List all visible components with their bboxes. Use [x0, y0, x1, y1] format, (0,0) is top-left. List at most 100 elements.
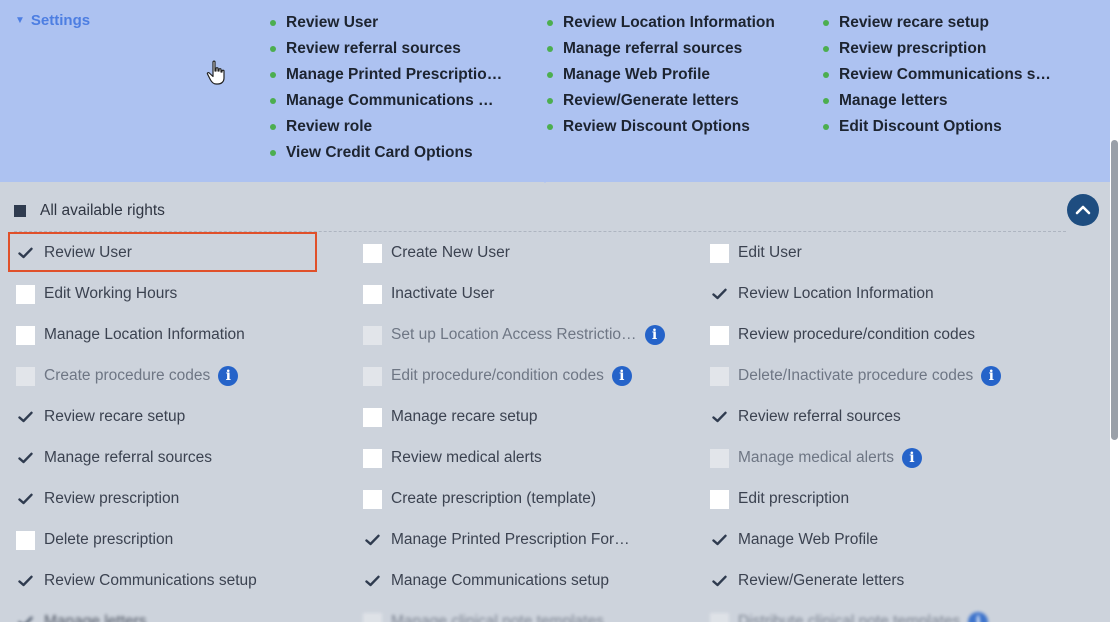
right-option-label: Review User — [44, 244, 132, 261]
right-option-label: Manage Web Profile — [738, 531, 879, 548]
right-option[interactable]: Review recare setup — [16, 404, 185, 430]
checkbox[interactable] — [710, 366, 729, 386]
info-icon[interactable]: i — [901, 448, 922, 468]
summary-item: Manage Web Profile — [547, 62, 802, 88]
right-option[interactable]: Edit Working Hours — [16, 281, 177, 307]
right-option[interactable]: Manage clinical note templates — [363, 609, 604, 622]
rights-panel: All available rights Review User Create N… — [0, 182, 1110, 622]
checked-checkbox[interactable] — [363, 531, 382, 550]
right-option[interactable]: Manage Printed Prescription For… — [363, 527, 630, 553]
right-option[interactable]: Review Location Information — [710, 281, 934, 307]
bullet-icon — [270, 150, 276, 156]
scrollbar-thumb[interactable] — [1111, 140, 1118, 440]
checkbox[interactable] — [16, 366, 35, 386]
checkbox[interactable] — [16, 530, 35, 550]
checked-checkbox[interactable] — [16, 490, 35, 509]
bullet-icon — [547, 46, 553, 52]
checkbox[interactable] — [363, 366, 382, 386]
checked-checkbox[interactable] — [710, 531, 729, 550]
bullet-icon — [547, 72, 553, 78]
info-icon[interactable]: i — [968, 612, 989, 622]
summary-item: Manage Communications … — [270, 88, 520, 114]
checked-checkbox[interactable] — [16, 449, 35, 468]
checked-checkbox[interactable] — [16, 613, 35, 622]
checkbox[interactable] — [363, 243, 382, 263]
checkbox[interactable] — [710, 325, 729, 345]
right-option[interactable]: Manage letters — [16, 609, 147, 622]
info-icon[interactable]: i — [218, 366, 239, 386]
info-icon[interactable]: i — [644, 325, 665, 345]
right-option-label: Delete/Inactivate procedure codes — [738, 367, 974, 384]
chevron-up-icon — [1075, 205, 1091, 215]
checkbox[interactable] — [710, 448, 729, 468]
right-option[interactable]: Review referral sources — [710, 404, 901, 430]
right-option[interactable]: Manage recare setup — [363, 404, 537, 430]
bullet-icon — [823, 20, 829, 26]
summary-item: Review User — [270, 10, 520, 36]
summary-item: Review role — [270, 114, 520, 140]
settings-toggle[interactable]: ▼ Settings — [15, 12, 90, 29]
checkbox[interactable] — [363, 489, 382, 509]
checked-checkbox[interactable] — [16, 244, 35, 263]
right-option-label: Edit Working Hours — [44, 285, 178, 302]
checked-checkbox[interactable] — [710, 572, 729, 591]
right-option[interactable]: Review User — [16, 240, 132, 266]
right-option[interactable]: Edit prescription — [710, 486, 849, 512]
right-option[interactable]: Review Communications setup — [16, 568, 257, 594]
right-option[interactable]: Edit User — [710, 240, 802, 266]
indeterminate-checkbox-icon[interactable] — [14, 205, 26, 217]
right-option-label: Review Location Information — [738, 285, 934, 302]
right-option-label: Review procedure/condition codes — [738, 326, 975, 343]
right-option[interactable]: Set up Location Access Restrictio… i — [363, 322, 665, 348]
checkbox[interactable] — [710, 243, 729, 263]
checkbox[interactable] — [710, 489, 729, 509]
right-option[interactable]: Manage Location Information — [16, 322, 245, 348]
checked-checkbox[interactable] — [16, 572, 35, 591]
scrollbar[interactable] — [1110, 0, 1119, 622]
right-option[interactable]: Manage Communications setup — [363, 568, 609, 594]
summary-pointer — [532, 170, 558, 183]
checked-checkbox[interactable] — [710, 285, 729, 304]
right-option-label: Distribute clinical note templates — [738, 613, 961, 622]
all-rights-label: All available rights — [40, 202, 165, 219]
checkbox[interactable] — [363, 407, 382, 427]
right-option-label: Create prescription (template) — [391, 490, 597, 507]
check-icon — [712, 575, 727, 587]
checked-checkbox[interactable] — [363, 572, 382, 591]
right-option[interactable]: Edit procedure/condition codes i — [363, 363, 632, 389]
bullet-icon — [270, 98, 276, 104]
right-option[interactable]: Review medical alerts — [363, 445, 542, 471]
right-option-label: Review prescription — [44, 490, 180, 507]
right-option[interactable]: Manage medical alerts i — [710, 445, 922, 471]
summary-item: Edit Discount Options — [823, 114, 1083, 140]
checkbox[interactable] — [363, 284, 382, 304]
right-option[interactable]: Review procedure/condition codes — [710, 322, 975, 348]
right-option[interactable]: Create New User — [363, 240, 510, 266]
collapse-button[interactable] — [1067, 194, 1099, 226]
checked-checkbox[interactable] — [16, 408, 35, 427]
right-option[interactable]: Inactivate User — [363, 281, 494, 307]
checkbox[interactable] — [16, 325, 35, 345]
right-option-label: Edit User — [738, 244, 802, 261]
checkbox[interactable] — [710, 612, 729, 622]
right-option[interactable]: Delete/Inactivate procedure codes i — [710, 363, 1002, 389]
right-option[interactable]: Distribute clinical note templates i — [710, 609, 989, 622]
checkbox[interactable] — [363, 448, 382, 468]
right-option[interactable]: Manage Web Profile — [710, 527, 878, 553]
right-option[interactable]: Create procedure codes i — [16, 363, 239, 389]
all-rights-checkbox[interactable]: All available rights — [14, 202, 165, 220]
checkbox[interactable] — [16, 284, 35, 304]
check-icon — [365, 575, 380, 587]
right-option[interactable]: Review/Generate letters — [710, 568, 904, 594]
right-option[interactable]: Manage referral sources — [16, 445, 212, 471]
info-icon[interactable]: i — [981, 366, 1002, 386]
info-icon[interactable]: i — [611, 366, 632, 386]
checkbox[interactable] — [363, 325, 382, 345]
checked-checkbox[interactable] — [710, 408, 729, 427]
right-option[interactable]: Delete prescription — [16, 527, 173, 553]
summary-column-3: Review recare setup Review prescription … — [823, 10, 1083, 140]
checkbox[interactable] — [363, 612, 382, 622]
bullet-icon — [270, 72, 276, 78]
right-option[interactable]: Create prescription (template) — [363, 486, 596, 512]
right-option[interactable]: Review prescription — [16, 486, 179, 512]
